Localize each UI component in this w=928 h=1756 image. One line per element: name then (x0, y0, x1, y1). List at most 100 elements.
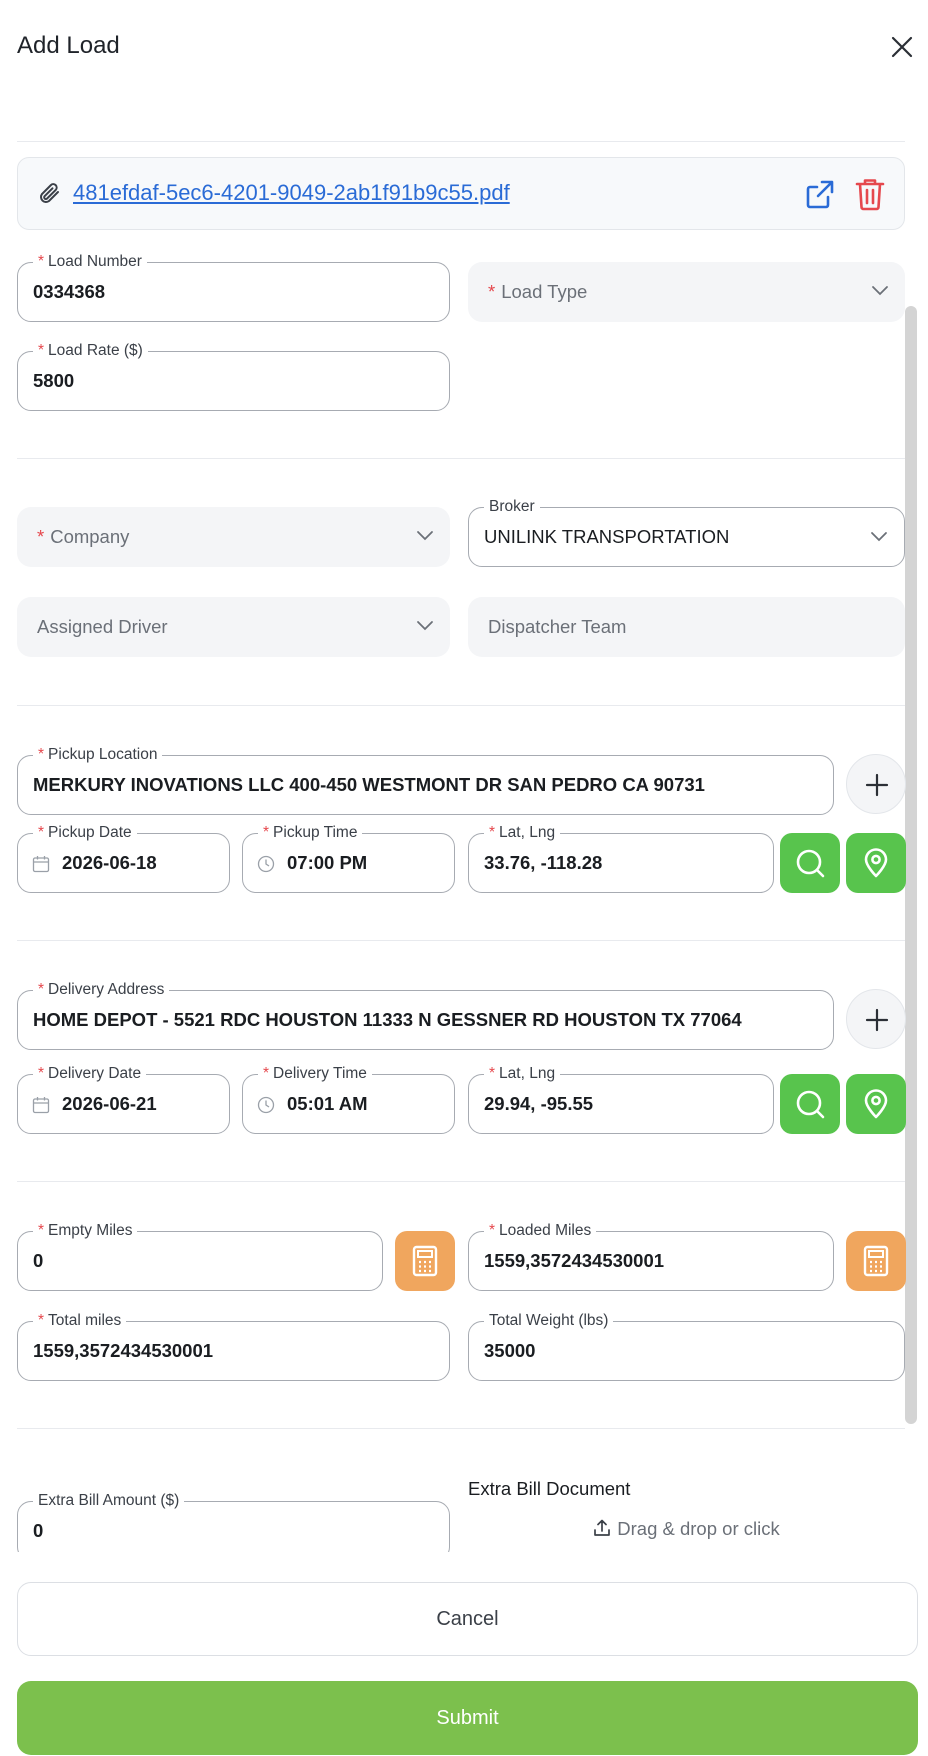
broker-label: Broker (489, 498, 535, 515)
divider (17, 705, 905, 706)
loaded-miles-value: 1559,3572434530001 (484, 1250, 665, 1271)
company-placeholder: Company (50, 526, 130, 547)
load-number-field[interactable]: * Load Number 0334368 (17, 252, 450, 322)
empty-miles-label: Empty Miles (48, 1222, 133, 1239)
calculator-icon (863, 1245, 889, 1277)
dispatcher-team-placeholder: Dispatcher Team (488, 616, 627, 637)
trash-icon[interactable] (854, 177, 886, 216)
empty-miles-value: 0 (33, 1250, 44, 1271)
map-pin-icon (864, 1089, 888, 1119)
delivery-map-pin-button[interactable] (846, 1074, 906, 1134)
total-weight-label: Total Weight (lbs) (489, 1312, 609, 1329)
total-miles-field[interactable]: * Total miles 1559,3572434530001 (17, 1311, 450, 1381)
clock-icon (257, 1096, 275, 1119)
close-icon[interactable] (888, 33, 916, 61)
pickup-time-field[interactable]: * Pickup Time 07:00 PM (242, 823, 455, 893)
attachment-card: 481efdaf-5ec6-4201-9049-2ab1f91b9c55.pdf (17, 157, 905, 230)
pickup-date-label: Pickup Date (48, 824, 132, 841)
extra-bill-amount-field[interactable]: Extra Bill Amount ($) 0 (17, 1491, 450, 1552)
file-dropzone[interactable]: Drag & drop or click (468, 1518, 905, 1548)
submit-button[interactable]: Submit (17, 1681, 918, 1755)
loaded-miles-label: Loaded Miles (499, 1222, 592, 1239)
delivery-latlng-field[interactable]: * Lat, Lng 29.94, -95.55 (468, 1064, 774, 1134)
modal-header: Add Load (0, 0, 928, 96)
delivery-address-label: Delivery Address (48, 981, 165, 998)
loaded-miles-field[interactable]: * Loaded Miles 1559,3572434530001 (468, 1221, 834, 1291)
total-weight-field[interactable]: Total Weight (lbs) 35000 (468, 1311, 905, 1381)
delivery-search-button[interactable] (780, 1074, 840, 1134)
cancel-button[interactable]: Cancel (17, 1582, 918, 1656)
delivery-latlng-label: Lat, Lng (499, 1065, 556, 1082)
divider (17, 1181, 905, 1182)
extra-bill-amount-value: 0 (33, 1520, 44, 1541)
divider (17, 141, 905, 142)
extra-bill-document-label: Extra Bill Document (468, 1478, 631, 1499)
modal-title: Add Load (17, 32, 120, 59)
pickup-time-label: Pickup Time (273, 824, 358, 841)
calendar-icon (32, 855, 50, 878)
paperclip-icon (38, 180, 64, 213)
assigned-driver-select[interactable]: Assigned Driver (17, 597, 450, 657)
divider (17, 1428, 905, 1429)
load-rate-field[interactable]: * Load Rate ($) 5800 (17, 341, 450, 411)
plus-icon (865, 1008, 889, 1032)
add-delivery-button[interactable] (846, 989, 906, 1049)
search-icon (796, 1090, 825, 1119)
extra-bill-amount-label: Extra Bill Amount ($) (38, 1492, 180, 1509)
delivery-address-value: HOME DEPOT - 5521 RDC HOUSTON 11333 N GE… (33, 1009, 742, 1030)
delivery-address-field[interactable]: * Delivery Address HOME DEPOT - 5521 RDC … (17, 980, 834, 1050)
chevron-down-icon (871, 284, 889, 302)
load-number-value: 0334368 (33, 281, 106, 302)
clock-icon (257, 855, 275, 878)
pickup-location-field[interactable]: * Pickup Location MERKURY INOVATIONS LLC … (17, 745, 834, 815)
delivery-time-field[interactable]: * Delivery Time 05:01 AM (242, 1064, 455, 1134)
company-select[interactable]: * Company (17, 507, 450, 567)
delivery-latlng-value: 29.94, -95.55 (484, 1093, 594, 1114)
pickup-location-label: Pickup Location (48, 746, 158, 763)
delivery-time-label: Delivery Time (273, 1065, 367, 1082)
load-number-label: Load Number (48, 253, 142, 270)
dispatcher-team-input[interactable]: Dispatcher Team (468, 597, 905, 657)
assigned-driver-placeholder: Assigned Driver (37, 616, 168, 637)
search-icon (796, 849, 825, 878)
dropzone-text: Drag & drop or click (617, 1518, 780, 1539)
pickup-date-field[interactable]: * Pickup Date 2026-06-18 (17, 823, 230, 893)
scrollbar[interactable] (905, 306, 917, 1424)
add-pickup-button[interactable] (846, 754, 906, 814)
pickup-time-value: 07:00 PM (287, 852, 368, 873)
chevron-down-icon (870, 530, 888, 548)
calculator-icon (412, 1245, 438, 1277)
calculate-loaded-miles-button[interactable] (846, 1231, 906, 1291)
open-external-icon[interactable] (804, 178, 836, 215)
pickup-location-value: MERKURY INOVATIONS LLC 400-450 WESTMONT … (33, 774, 705, 795)
plus-icon (865, 773, 889, 797)
calendar-icon (32, 1096, 50, 1119)
load-rate-label: Load Rate ($) (48, 342, 143, 359)
total-weight-value: 35000 (484, 1340, 536, 1361)
load-type-select[interactable]: * Load Type (468, 262, 905, 322)
load-rate-value: 5800 (33, 370, 75, 391)
delivery-date-label: Delivery Date (48, 1065, 142, 1082)
upload-icon (594, 1519, 611, 1536)
delivery-date-field[interactable]: * Delivery Date 2026-06-21 (17, 1064, 230, 1134)
pickup-search-button[interactable] (780, 833, 840, 893)
pickup-latlng-value: 33.76, -118.28 (484, 852, 603, 873)
chevron-down-icon (416, 619, 434, 637)
broker-value: UNILINK TRANSPORTATION (484, 526, 730, 547)
map-pin-icon (864, 848, 888, 878)
calculate-empty-miles-button[interactable] (395, 1231, 455, 1291)
broker-select[interactable]: Broker UNILINK TRANSPORTATION (468, 497, 905, 567)
delivery-time-value: 05:01 AM (287, 1093, 368, 1114)
load-type-placeholder: Load Type (501, 281, 588, 302)
total-miles-value: 1559,3572434530001 (33, 1340, 214, 1361)
pickup-latlng-label: Lat, Lng (499, 824, 556, 841)
total-miles-label: Total miles (48, 1312, 122, 1329)
chevron-down-icon (416, 529, 434, 547)
delivery-date-value: 2026-06-21 (62, 1093, 157, 1114)
divider (17, 458, 905, 459)
pickup-date-value: 2026-06-18 (62, 852, 157, 873)
empty-miles-field[interactable]: * Empty Miles 0 (17, 1221, 383, 1291)
attachment-link[interactable]: 481efdaf-5ec6-4201-9049-2ab1f91b9c55.pdf (73, 180, 510, 206)
pickup-latlng-field[interactable]: * Lat, Lng 33.76, -118.28 (468, 823, 774, 893)
pickup-map-pin-button[interactable] (846, 833, 906, 893)
